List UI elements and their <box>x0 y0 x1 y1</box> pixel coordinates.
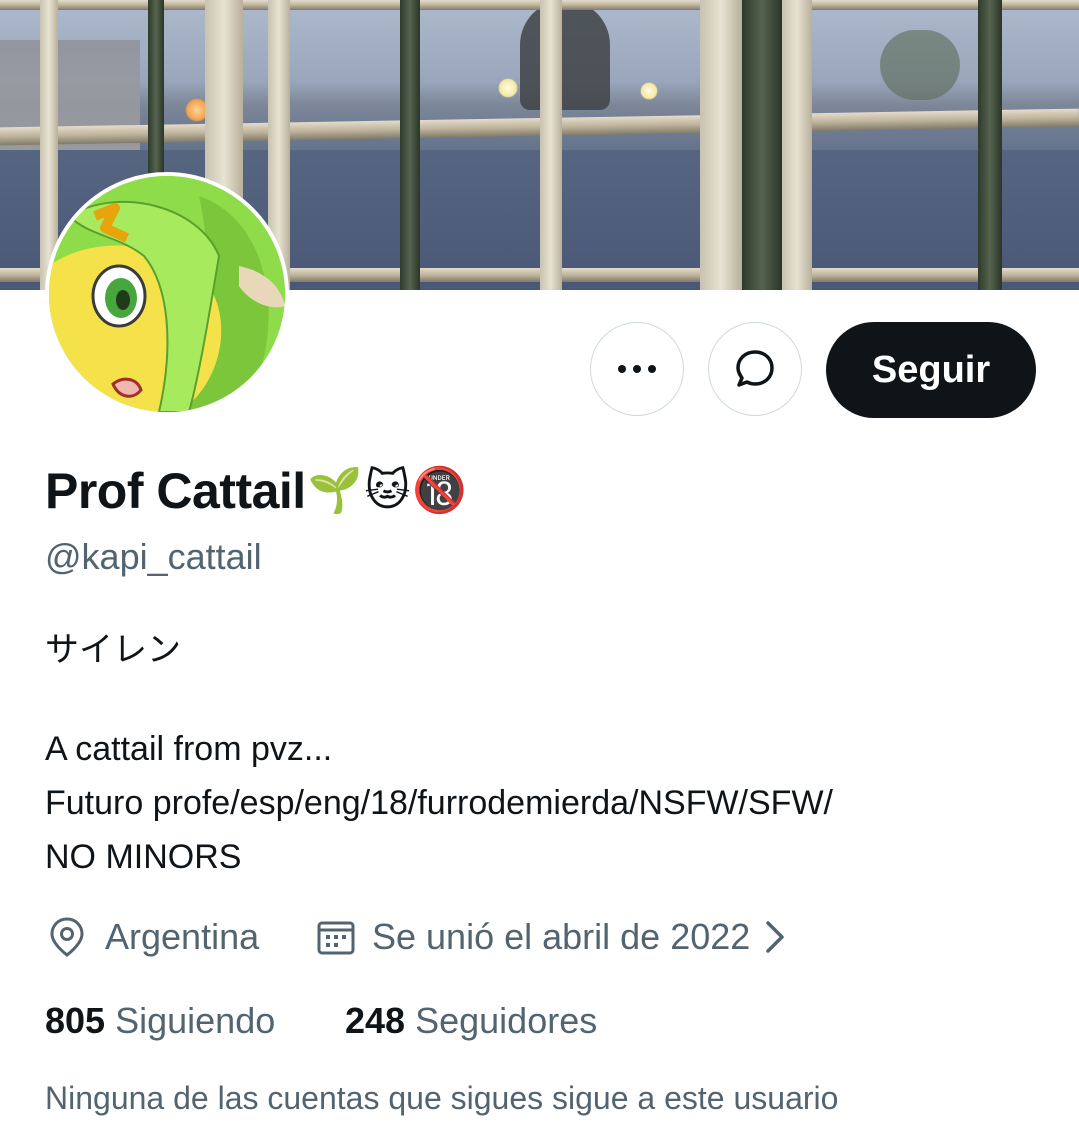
location-item: Argentina <box>45 915 259 959</box>
banner-bar <box>700 0 742 290</box>
banner-light <box>498 78 518 98</box>
followers-label: Seguidores <box>415 1000 598 1041</box>
join-date-text: Se unió el abril de 2022 <box>372 916 751 957</box>
more-button[interactable] <box>590 322 684 416</box>
followers-count: 248 <box>345 1000 406 1041</box>
message-bubble-icon <box>736 350 774 387</box>
user-handle: @kapi_cattail <box>45 536 262 577</box>
message-button[interactable] <box>708 322 802 416</box>
banner-light <box>640 82 658 100</box>
banner-bar <box>742 0 782 290</box>
location-text: Argentina <box>105 916 260 957</box>
following-link[interactable]: 805 Siguiendo <box>45 1000 275 1042</box>
join-date-item[interactable]: Se unió el abril de 2022 <box>314 915 790 959</box>
cat-emoji-icon: 🐱 <box>364 465 411 516</box>
bio-line: A cattail from pvz... <box>45 730 333 768</box>
following-label: Siguiendo <box>115 1000 276 1041</box>
following-count: 805 <box>45 1000 106 1041</box>
seedling-emoji-icon: 🌱 <box>307 465 363 516</box>
banner-bar <box>540 0 562 290</box>
display-name: Prof Cattail <box>45 463 306 519</box>
more-dots-icon <box>618 365 656 373</box>
follow-button[interactable]: Seguir <box>826 322 1036 418</box>
bio-line: NO MINORS <box>45 838 242 876</box>
bio-line: Futuro profe/esp/eng/18/furrodemierda/NS… <box>45 784 833 822</box>
bio-line: サイレン <box>45 630 181 670</box>
followed-by-note: Ninguna de las cuentas que sigues sigue … <box>45 1080 839 1116</box>
no-minors-emoji-icon: 🔞 <box>412 465 468 516</box>
banner-bar <box>782 0 812 290</box>
profile-avatar[interactable] <box>45 172 289 416</box>
banner-tree <box>520 0 610 110</box>
followers-link[interactable]: 248 Seguidores <box>345 1000 597 1042</box>
banner-bar <box>400 0 420 290</box>
banner-tree <box>880 30 960 100</box>
display-name-row: Prof Cattail 🌱 🐱 🔞 <box>45 462 467 520</box>
location-pin-icon <box>50 917 84 957</box>
chevron-right-icon <box>766 921 785 953</box>
calendar-icon <box>317 921 355 955</box>
banner-bar <box>978 0 1002 290</box>
avatar-illustration <box>49 176 285 412</box>
